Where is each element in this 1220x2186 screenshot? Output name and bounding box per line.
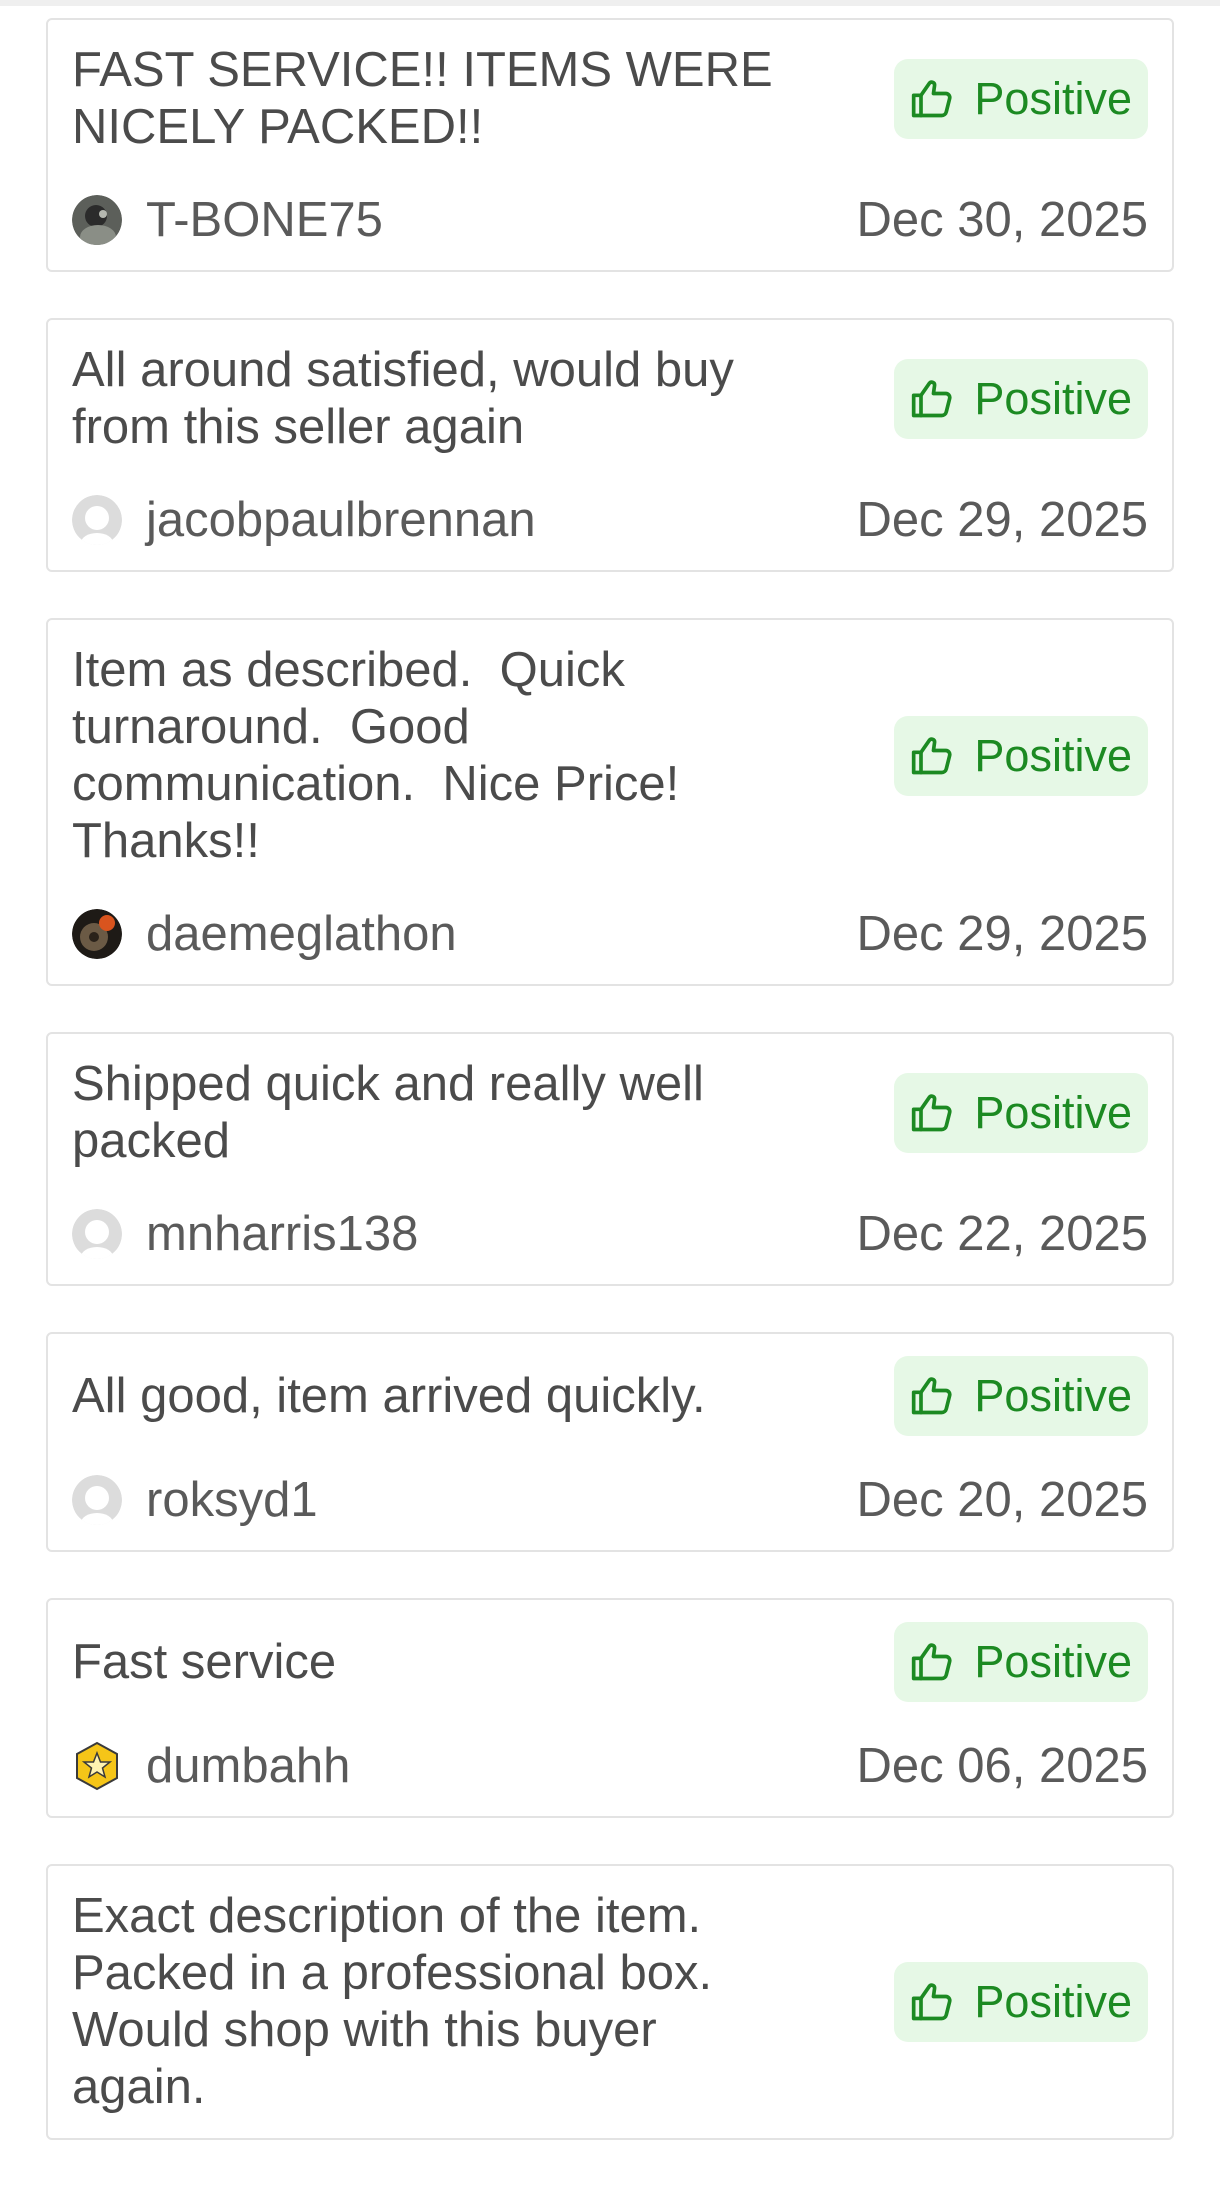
feedback-card: Fast service Positive dumbahh Dec 06, 20…	[46, 1598, 1174, 1818]
feedback-comment: FAST SERVICE!! ITEMS WERE NICELY PACKED!…	[72, 43, 773, 154]
feedback-card: All around satisfied, would buy from thi…	[46, 318, 1174, 572]
positive-rating-badge: Positive	[894, 1962, 1148, 2042]
username[interactable]: roksyd1	[146, 1472, 318, 1528]
username[interactable]: jacobpaulbrennan	[146, 492, 536, 548]
feedback-list: FAST SERVICE!! ITEMS WERE NICELY PACKED!…	[46, 18, 1174, 2186]
default-avatar-icon[interactable]	[72, 495, 122, 545]
rating-label: Positive	[974, 1636, 1132, 1687]
rating-label: Positive	[974, 1976, 1132, 2027]
feedback-card: Item as described. Quick turnaround. Goo…	[46, 618, 1174, 986]
feedback-comment: Exact description of the item. Packed in…	[72, 1889, 713, 2114]
thumbs-up-icon	[912, 1377, 953, 1415]
thumbs-up-icon	[912, 1983, 953, 2021]
feedback-comment: Shipped quick and really well packed	[72, 1057, 704, 1168]
star-badge-icon[interactable]	[72, 1741, 122, 1791]
username[interactable]: T-BONE75	[146, 192, 383, 248]
feedback-date: Dec 30, 2025	[856, 193, 1149, 247]
username[interactable]: dumbahh	[146, 1738, 350, 1794]
default-avatar-icon[interactable]	[72, 1209, 122, 1259]
feedback-date: Dec 06, 2025	[856, 1739, 1149, 1793]
feedback-card: All good, item arrived quickly. Positive…	[46, 1332, 1174, 1552]
user-avatar[interactable]	[72, 909, 122, 959]
feedback-date: Dec 22, 2025	[856, 1207, 1149, 1261]
feedback-comment: All around satisfied, would buy from thi…	[72, 343, 734, 454]
user-avatar[interactable]	[72, 195, 122, 245]
top-divider	[0, 0, 1220, 6]
thumbs-up-icon	[912, 80, 953, 118]
default-avatar-icon[interactable]	[72, 1475, 122, 1525]
positive-rating-badge: Positive	[894, 1622, 1148, 1702]
thumbs-up-icon	[912, 1094, 953, 1132]
feedback-comment: Item as described. Quick turnaround. Goo…	[72, 643, 680, 868]
feedback-date: Dec 20, 2025	[856, 1473, 1149, 1527]
feedback-date: Dec 29, 2025	[856, 907, 1149, 961]
positive-rating-badge: Positive	[894, 1073, 1148, 1153]
positive-rating-badge: Positive	[894, 716, 1148, 796]
rating-label: Positive	[974, 73, 1132, 124]
feedback-card: Exact description of the item. Packed in…	[46, 1864, 1174, 2140]
thumbs-up-icon	[912, 380, 953, 418]
feedback-comment: All good, item arrived quickly.	[72, 1368, 706, 1423]
rating-label: Positive	[974, 1370, 1132, 1421]
feedback-card: FAST SERVICE!! ITEMS WERE NICELY PACKED!…	[46, 18, 1174, 272]
rating-label: Positive	[974, 1087, 1132, 1138]
thumbs-up-icon	[912, 1643, 953, 1681]
feedback-date: Dec 29, 2025	[856, 493, 1149, 547]
rating-label: Positive	[974, 373, 1132, 424]
feedback-card: Shipped quick and really well packed Pos…	[46, 1032, 1174, 1286]
rating-label: Positive	[974, 730, 1132, 781]
positive-rating-badge: Positive	[894, 59, 1148, 139]
username[interactable]: mnharris138	[146, 1206, 418, 1262]
username[interactable]: daemeglathon	[146, 906, 457, 962]
positive-rating-badge: Positive	[894, 359, 1148, 439]
feedback-comment: Fast service	[72, 1634, 337, 1689]
thumbs-up-icon	[912, 737, 953, 775]
positive-rating-badge: Positive	[894, 1356, 1148, 1436]
